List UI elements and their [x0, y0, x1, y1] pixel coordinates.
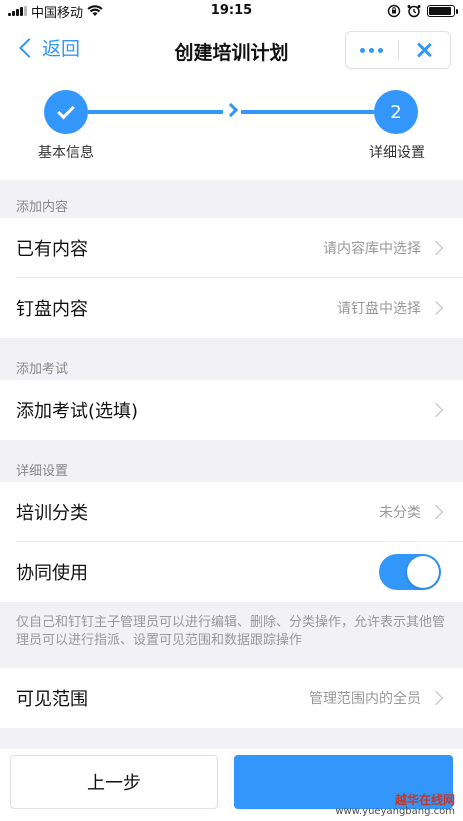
add-exam-row[interactable]: 添加考试(选填): [0, 380, 463, 440]
row-label: 协同使用: [16, 563, 88, 584]
row-value: 请钉盘中选择: [337, 301, 421, 317]
back-label: 返回: [42, 38, 81, 60]
chevron-right-icon: [428, 690, 444, 706]
more-dots-icon: [360, 47, 384, 53]
carrier-label: 中国移动: [31, 5, 84, 21]
signal-icon: [8, 6, 27, 16]
collab-row: 协同使用: [0, 542, 463, 602]
back-button[interactable]: 返回: [18, 34, 80, 61]
check-icon: [57, 101, 75, 119]
watermark-url: www.yueyangbang.com: [335, 806, 455, 817]
watermark: 越华在线网 www.yueyangbang.com: [335, 793, 455, 817]
row-value: 请内容库中选择: [323, 241, 421, 257]
wifi-icon: [87, 5, 103, 16]
chevron-right-icon: [428, 402, 444, 418]
step-connector-line: [88, 110, 223, 114]
mini-app-capsule: [345, 31, 451, 69]
status-right: [387, 4, 458, 18]
chevron-right-icon: [223, 102, 239, 118]
row-label: 已有内容: [16, 239, 88, 260]
row-right: [428, 402, 444, 418]
more-button[interactable]: [346, 32, 398, 68]
battery-icon: [427, 5, 458, 17]
prev-step-button[interactable]: 上一步: [10, 755, 218, 809]
chevron-right-icon: [428, 504, 444, 520]
rotation-lock-icon: [387, 4, 401, 18]
section-header-settings: 详细设置: [0, 440, 463, 482]
watermark-main: 越华在线网: [394, 793, 455, 807]
close-icon: [416, 42, 432, 58]
category-row[interactable]: 培训分类 未分类: [0, 482, 463, 542]
status-bar: 中国移动 19:15: [0, 0, 463, 22]
row-right: 请钉盘中选择: [337, 298, 444, 318]
collab-note: 仅自己和钉钉主子管理员可以进行编辑、删除、分类操作，允许表示其他管理员可以进行指…: [0, 602, 463, 668]
existing-content-row[interactable]: 已有内容 请内容库中选择: [0, 218, 463, 278]
step1-label: 基本信息: [38, 145, 94, 161]
row-right: 请内容库中选择: [323, 238, 444, 258]
close-button[interactable]: [399, 32, 451, 68]
toggle-knob: [407, 556, 439, 588]
disk-content-row[interactable]: 钉盘内容 请钉盘中选择: [0, 278, 463, 338]
step1-circle: [44, 90, 88, 134]
collab-toggle[interactable]: [379, 554, 441, 590]
row-value: 管理范围内的全员: [309, 691, 421, 707]
chevron-left-icon: [19, 37, 39, 58]
nav-bar: 返回 创建培训计划: [0, 22, 463, 80]
section-header-exam: 添加考试: [0, 338, 463, 380]
section-header-content: 添加内容: [0, 180, 463, 218]
visible-scope-row[interactable]: 可见范围 管理范围内的全员: [0, 668, 463, 728]
status-left: 中国移动: [8, 2, 103, 21]
row-label: 添加考试(选填): [16, 401, 139, 422]
bottom-bar: 上一步 越华在线网 www.yueyangbang.com: [0, 749, 463, 821]
step2-circle: 2: [374, 90, 418, 134]
row-label: 可见范围: [16, 689, 88, 710]
row-right: 管理范围内的全员: [309, 688, 444, 708]
row-right: 未分类: [379, 502, 444, 522]
row-value: 未分类: [379, 505, 421, 521]
step-connector-line: [241, 110, 374, 114]
chevron-right-icon: [428, 300, 444, 316]
progress-stepper: 2 基本信息 详细设置: [0, 80, 463, 180]
step2-label: 详细设置: [369, 145, 425, 161]
row-label: 培训分类: [16, 503, 88, 524]
chevron-right-icon: [428, 240, 444, 256]
alarm-icon: [407, 5, 421, 18]
row-label: 钉盘内容: [16, 299, 88, 320]
